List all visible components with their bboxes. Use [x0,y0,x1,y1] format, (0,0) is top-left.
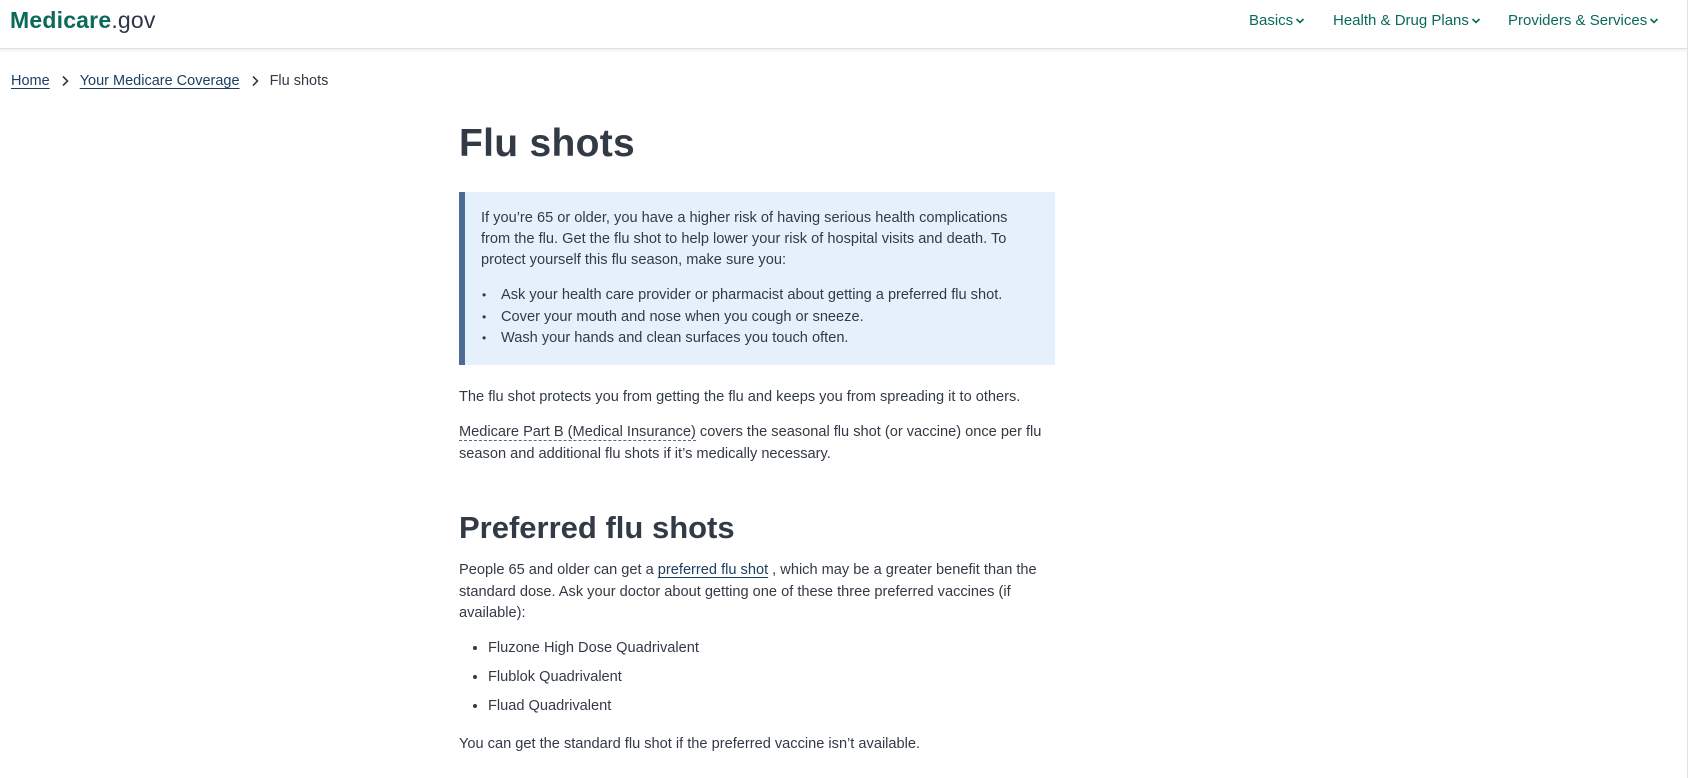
breadcrumb-coverage-link[interactable]: Your Medicare Coverage [80,73,240,89]
vaccine-list-item: Fluad Quadrivalent [488,696,699,717]
scrollbar[interactable] [1687,0,1695,778]
nav-basics-label: Basics [1249,12,1294,29]
logo-brand: Medicare [10,7,112,33]
flu-shot-intro-paragraph: The flu shot protects you from getting t… [459,389,1021,405]
part-b-coverage-paragraph: Medicare Part B (Medical Insurance) cove… [459,422,1059,465]
chevron-right-icon [251,76,259,87]
vaccine-list-item: Fluzone High Dose Quadrivalent [488,638,699,659]
vaccine-list-item: Flublok Quadrivalent [488,667,699,688]
chevron-down-icon [1650,18,1659,24]
nav-providers-services[interactable]: Providers & Services [1508,11,1659,31]
medicare-logo[interactable]: Medicare.gov [10,5,156,35]
nav-providers-services-label: Providers & Services [1508,12,1648,29]
callout-list: Ask your health care provider or pharmac… [481,285,1035,350]
breadcrumb-current: Flu shots [269,73,329,89]
preferred-vaccine-list: Fluzone High Dose Quadrivalent Flublok Q… [459,638,699,725]
standard-flu-shot-paragraph: You can get the standard flu shot if the… [459,736,921,752]
chevron-down-icon [1296,18,1305,24]
breadcrumb-home-link[interactable]: Home [11,73,50,89]
preferred-intro-text: People 65 and older can get a [459,562,658,578]
info-callout: If you’re 65 or older, you have a higher… [459,192,1055,365]
callout-list-item: Ask your health care provider or pharmac… [481,285,1035,307]
callout-text: If you’re 65 or older, you have a higher… [481,210,1008,268]
nav-basics[interactable]: Basics [1249,11,1305,31]
logo-tld: .gov [111,7,156,33]
callout-list-item: Wash your hands and clean surfaces you t… [481,328,1035,350]
preferred-flu-shots-heading: Preferred flu shots [459,510,735,545]
preferred-flu-shots-paragraph: People 65 and older can get a preferred … [459,560,1055,625]
site-header: Medicare.gov Basics Health & Drug Plans … [0,0,1687,49]
chevron-right-icon [62,76,69,87]
nav-health-drug-plans-label: Health & Drug Plans [1333,12,1469,29]
breadcrumb: Home Your Medicare Coverage Flu shots [11,72,328,90]
page-title: Flu shots [459,122,636,165]
preferred-flu-shot-link[interactable]: preferred flu shot [658,562,768,578]
part-b-glossary-term[interactable]: Medicare Part B (Medical Insurance) [459,424,696,441]
nav-health-drug-plans[interactable]: Health & Drug Plans [1333,11,1481,31]
callout-list-item: Cover your mouth and nose when you cough… [481,307,1035,329]
chevron-down-icon [1471,18,1480,24]
